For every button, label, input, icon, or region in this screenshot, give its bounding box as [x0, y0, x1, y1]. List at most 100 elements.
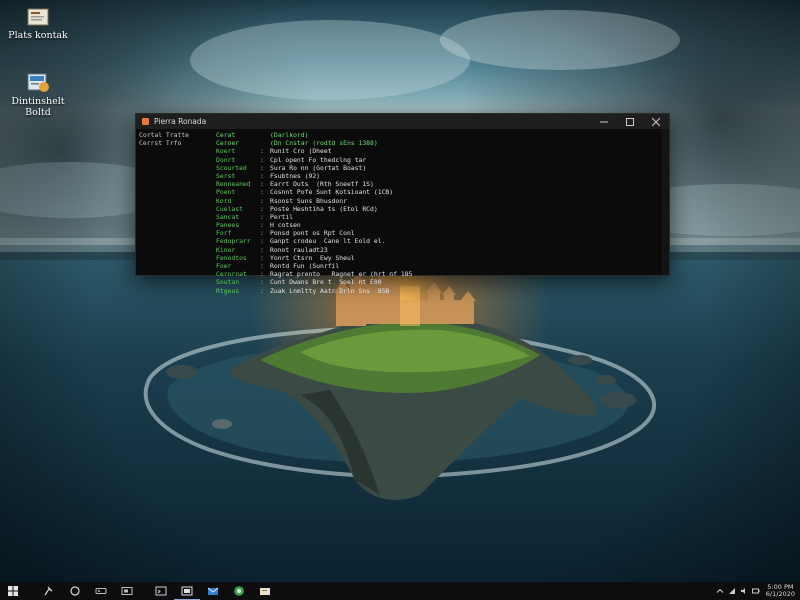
terminal-row-key: Ceroer [216, 139, 240, 148]
terminal-left-column: Cortal Tratte Cerrst Trfo [139, 131, 189, 147]
terminal-scrollbar[interactable] [662, 129, 669, 275]
terminal-row-key: Fedoprarr [216, 237, 251, 246]
minimize-button[interactable] [591, 114, 617, 129]
pinned-terminal-button[interactable] [148, 582, 174, 600]
application-shortcut-icon [27, 73, 49, 92]
terminal-row: Cuelast: Poste Heshtiha ts (Etol RCd) [216, 205, 412, 213]
terminal-row: Poent: Cosnnt Pofe Sunt Kotsioant (1CB) [216, 188, 412, 196]
terminal-row: Serst: Fsubtnes (92) [216, 172, 412, 180]
terminal-rows: Cerat (Darlkord) Ceroer (Dn Cnstar (rodtd s… [216, 131, 412, 295]
pinned-browser-button[interactable] [226, 582, 252, 600]
terminal-row-key: Rtgeus [216, 286, 240, 295]
terminal-row-separator: : [260, 245, 264, 254]
clock[interactable]: 5:00 PM 6/1/2020 [762, 584, 800, 598]
terminal-title: Pierra Ronada [154, 117, 207, 126]
terminal-row-key: Fenodtos [216, 253, 247, 262]
terminal-row-value: (Darlkord) [270, 131, 309, 139]
terminal-row: Panees: H cotsen [216, 221, 412, 229]
taskbar: 5:00 PM 6/1/2020 [0, 582, 800, 600]
terminal-row-value: Earrt Duts (Rth Sneetf 1S) [270, 180, 374, 189]
terminal-row-value: Yonrt Ctsrn Ewy Sheul [270, 253, 355, 262]
desktop-icon-label: Dintinshelt Boltd [11, 96, 65, 118]
terminal-row: Renneaned: Earrt Duts (Rth Sneetf 1S) [216, 180, 412, 188]
windows-logo-icon [8, 586, 18, 596]
terminal-row: Foer: Rontd Fun (Sunrfil [216, 262, 412, 270]
terminal-row-key: Serst [216, 171, 236, 180]
chevron-up-button[interactable] [714, 587, 726, 595]
pinned-mail-button[interactable] [200, 582, 226, 600]
terminal-row-separator: : [260, 229, 264, 238]
folder-document-icon [27, 8, 49, 26]
battery-button[interactable] [750, 587, 762, 595]
maximize-icon [626, 117, 634, 126]
terminal-row-key: Koert [216, 147, 236, 156]
terminal-row-separator: : [260, 204, 264, 213]
search-button[interactable] [36, 582, 62, 600]
terminal-row: Soutan: Cunt Dwans Bre t Soel nt E80 [216, 278, 412, 286]
terminal-row-key: Donrt [216, 155, 236, 164]
terminal-row-separator: : [260, 253, 264, 262]
close-icon [652, 117, 660, 126]
terminal-row: Cerat (Darlkord) [216, 131, 412, 139]
close-button[interactable] [643, 114, 669, 129]
terminal-row-key: Panees [216, 221, 240, 230]
terminal-row: Sancat: Pertil [216, 213, 412, 221]
pinned-window-button[interactable] [174, 582, 200, 600]
gamepad-icon [95, 588, 107, 594]
terminal-row-key: Cerat [216, 131, 236, 139]
terminal-row-value: Ganpt crodeu Cane lt Eold el. [270, 237, 386, 246]
terminal-row-value: Ragrat prento Ragnet er (hrt nf 185 [270, 270, 413, 279]
terminal-row-value: Cosnnt Pofe Sunt Kotsioant (1CB) [270, 188, 394, 197]
cortana-button[interactable] [62, 582, 88, 600]
circle-icon [70, 586, 80, 596]
terminal-row-value: Rsoost Suns Bhusdonr [270, 196, 347, 205]
terminal-row-separator: : [260, 196, 264, 205]
terminal-row-separator: : [260, 270, 264, 279]
terminal-row-key: Kord [216, 196, 232, 205]
terminal-row-key: Poent [216, 188, 236, 197]
terminal-row-value: Poste Heshtiha ts (Etol RCd) [270, 204, 378, 213]
network-icon [728, 588, 735, 594]
desktop-icon-dintinshelt-boltd[interactable]: Dintinshelt Boltd [0, 72, 78, 118]
chevron-up-icon [716, 588, 724, 593]
volume-button[interactable] [738, 587, 750, 595]
terminal-row: Koert: Runit Cro (Dheet [216, 147, 412, 155]
game-bar-button[interactable] [88, 582, 114, 600]
terminal-output[interactable]: Cortal Tratte Cerrst Trfo Cerat (Darlkord… [136, 129, 669, 295]
network-button[interactable] [726, 587, 738, 595]
task-view-button[interactable] [114, 582, 140, 600]
terminal-row: Fedoprarr: Ganpt crodeu Cane lt Eold el. [216, 237, 412, 245]
terminal-row-separator: : [260, 221, 264, 230]
terminal-row-separator: : [260, 212, 264, 221]
terminal-window[interactable]: Pierra Ronada Cortal Tratte Cerrst Trfo … [135, 113, 670, 295]
terminal-row: Kinor: Ronot rauladt23 [216, 246, 412, 254]
terminal-row: Scourted: Sura Ro nn (Gortat Boast) [216, 164, 412, 172]
terminal-icon [155, 586, 167, 596]
terminal-row: Donrt: Cpl opent Fo thedclng tar [216, 156, 412, 164]
minimize-icon [600, 121, 608, 122]
terminal-row-separator: : [260, 188, 264, 197]
terminal-row-separator: : [260, 237, 264, 246]
terminal-row-separator: : [260, 278, 264, 287]
terminal-title-bar[interactable]: Pierra Ronada [136, 114, 669, 129]
terminal-row-value: Sura Ro nn (Gortat Boast) [270, 163, 367, 172]
system-tray: 5:00 PM 6/1/2020 [714, 582, 800, 600]
terminal-row-key: Foer [216, 262, 232, 270]
terminal-row-separator: : [260, 147, 264, 156]
search-icon [44, 586, 53, 596]
desktop-icon-plats-kontak[interactable]: Plats kontak [0, 6, 78, 41]
maximize-button[interactable] [617, 114, 643, 129]
task-view-icon [121, 587, 133, 595]
terminal-row-separator: : [260, 163, 264, 172]
terminal-row: Fenodtos: Yonrt Ctsrn Ewy Sheul [216, 254, 412, 262]
pinned-explorer-button[interactable] [252, 582, 278, 600]
terminal-row-key: Renneaned [216, 180, 251, 189]
start-button[interactable] [0, 582, 26, 600]
folder-icon [260, 588, 270, 595]
terminal-left-line: Cortal Tratte [139, 131, 190, 139]
terminal-row-separator: : [260, 286, 264, 295]
terminal-row-separator: : [260, 171, 264, 180]
browser-icon [234, 586, 244, 596]
terminal-row-value: Ponsd pont os Rpt Conl [270, 229, 355, 238]
terminal-row-value: Zuak Lnmltty Aatr Drln Sns 85B [270, 286, 390, 295]
